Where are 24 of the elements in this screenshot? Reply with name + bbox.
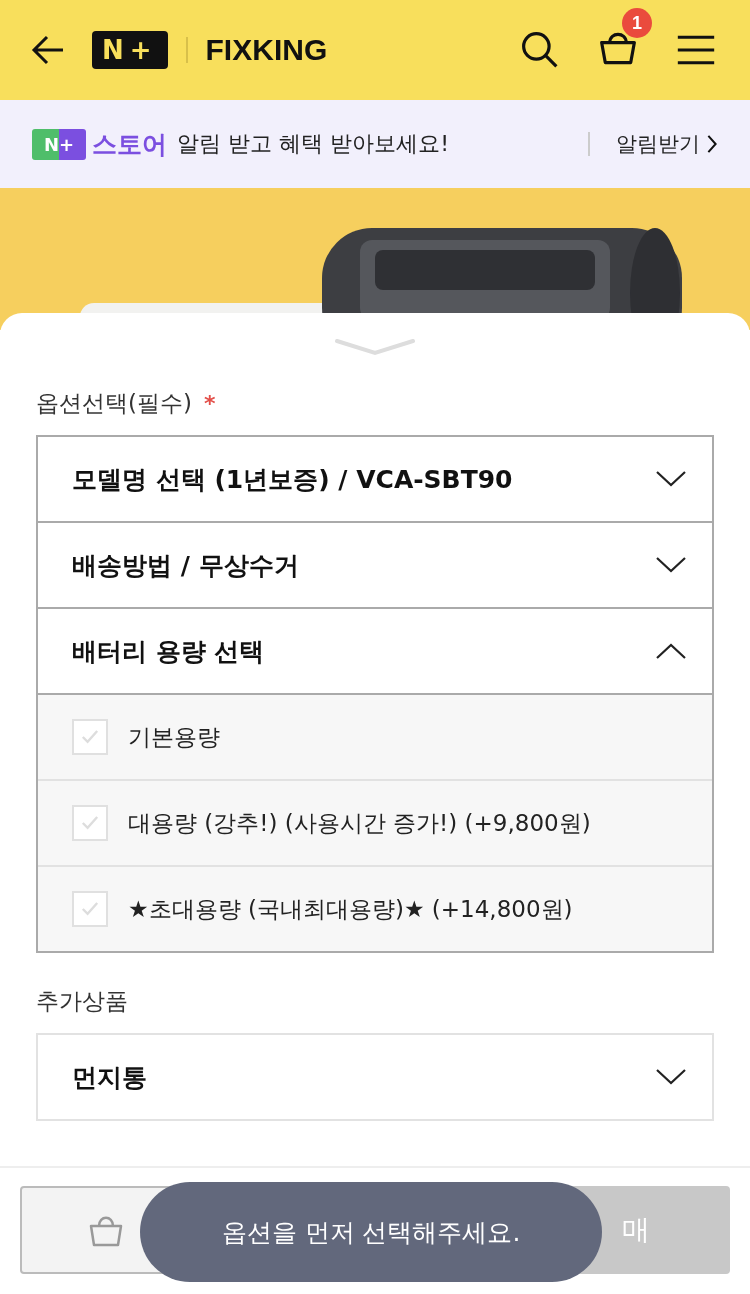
option-item[interactable]: ★초대용량 (국내최대용량)★ (+14,800원) <box>38 867 712 951</box>
required-mark: * <box>203 390 216 416</box>
checkbox[interactable] <box>72 891 108 927</box>
collapse-handle-icon[interactable] <box>335 337 415 357</box>
section-label: 옵션선택(필수) <box>36 388 192 418</box>
checkbox[interactable] <box>72 805 108 841</box>
chevron-right-icon <box>706 134 718 154</box>
checkbox[interactable] <box>72 719 108 755</box>
chevron-down-icon <box>656 471 686 487</box>
search-icon[interactable] <box>520 30 560 70</box>
chevron-down-icon <box>656 557 686 573</box>
section-label: 추가상품 <box>36 986 128 1016</box>
notification-link[interactable]: 알림받기 <box>616 130 718 158</box>
notice-message: 알림 받고 혜택 받아보세요! <box>177 130 449 158</box>
store-badge: N+ <box>32 128 87 160</box>
brand-name[interactable]: FIXKING <box>205 33 328 67</box>
chevron-up-icon <box>656 643 686 659</box>
brand-badge: N+ <box>92 31 168 69</box>
chevron-down-icon <box>656 1069 686 1085</box>
store-name: 스토어 <box>92 128 168 161</box>
cart-count-badge: 1 <box>622 8 652 38</box>
toast-message: 옵션을 먼저 선택해주세요. <box>140 1182 602 1282</box>
option-item[interactable]: 대용량 (강추!) (사용시간 증가!) (+9,800원) <box>38 781 712 867</box>
option-item[interactable]: 기본용량 <box>38 695 712 781</box>
